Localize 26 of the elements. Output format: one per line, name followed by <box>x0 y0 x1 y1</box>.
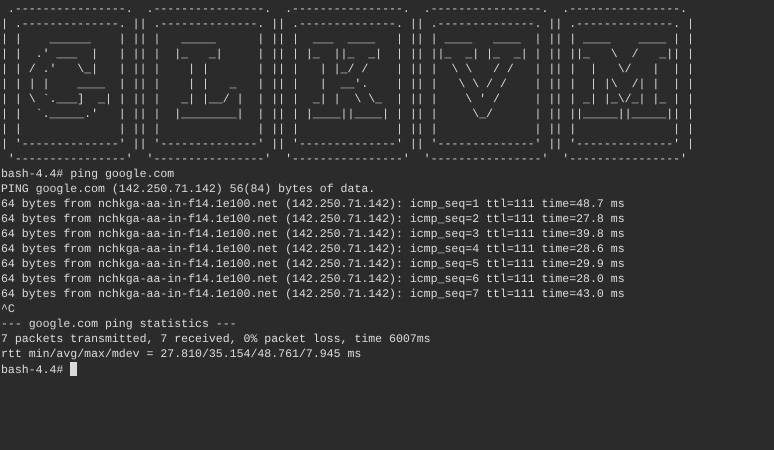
terminal-output-line: 64 bytes from nchkga-aa-in-f14.1e100.net (142.250.71.142): icmp_seq=1 ttl=111 time=48.7 ms <box>1 198 625 211</box>
terminal-output-line: bash-4.4# ping google.com <box>1 168 174 181</box>
ascii-art-line: | | \ `.___] _| | || | _| |__/ | | || | _| | \ \_ | || | \ ' / | || | _| |_\/_| |_ | | <box>1 93 694 106</box>
shell-prompt: bash-4.4# <box>1 364 64 377</box>
terminal-output-line: 64 bytes from nchkga-aa-in-f14.1e100.net (142.250.71.142): icmp_seq=6 ttl=111 time=28.0 ms <box>1 273 625 286</box>
terminal-output-line: PING google.com (142.250.71.142) 56(84) bytes of data. <box>1 183 376 196</box>
ascii-art-line: | | `._____.' | || | |________| | || | |____||____| | || | \_/ | || ||_____||_____|| | <box>1 108 694 121</box>
ascii-art-line: '----------------' '----------------' '----------------' '----------------' '----------------' <box>6 153 688 166</box>
ascii-art-line: | | .' ___ | | || | |_ _| | || | |_ ||_ _| | || ||_ _| |_ _| | || ||_ \ / _|| | <box>1 48 694 61</box>
terminal-output-line: 64 bytes from nchkga-aa-in-f14.1e100.net (142.250.71.142): icmp_seq=2 ttl=111 time=27.8 ms <box>1 213 625 226</box>
terminal-output-line: --- google.com ping statistics --- <box>1 318 237 331</box>
ascii-art-line: | | / .' \_| | || | | | | || | | |_/ / | || | \ \ / / | || | | \/ | | | <box>1 63 694 76</box>
terminal-output-line: ^C <box>1 303 15 316</box>
terminal-output-line: 7 packets transmitted, 7 received, 0% packet loss, time 6007ms <box>1 333 431 346</box>
ascii-art-line: | '--------------' || '--------------' || '--------------' || '--------------' || '--------------' | <box>1 138 694 151</box>
terminal-output-line: 64 bytes from nchkga-aa-in-f14.1e100.net (142.250.71.142): icmp_seq=5 ttl=111 time=29.9 ms <box>1 258 625 271</box>
terminal-output-line: 64 bytes from nchkga-aa-in-f14.1e100.net (142.250.71.142): icmp_seq=7 ttl=111 time=43.0 ms <box>1 288 625 301</box>
ascii-art-line: .----------------. .----------------. .----------------. .----------------. .----------------. <box>6 3 688 16</box>
ascii-art-line: | .--------------. || .--------------. || .--------------. || .--------------. || .--------------. | <box>1 18 694 31</box>
ascii-art-line: | | ______ | || | _____ | || | ___ ____ | || | ____ ____ | || | ____ ____ | | <box>1 33 694 46</box>
terminal-output-line: 64 bytes from nchkga-aa-in-f14.1e100.net (142.250.71.142): icmp_seq=4 ttl=111 time=28.6 ms <box>1 243 625 256</box>
ascii-art-line: | | | || | | || | | || | | || | | | <box>1 123 694 136</box>
terminal-output-line: rtt min/avg/max/mdev = 27.810/35.154/48.761/7.945 ms <box>1 348 362 361</box>
ascii-art-line: | | | | ____ | || | | | _ | || | | __'. | || | \ \ / / | || | | |\ /| | | | <box>1 78 694 91</box>
text-cursor <box>70 362 78 376</box>
terminal-output-line: 64 bytes from nchkga-aa-in-f14.1e100.net (142.250.71.142): icmp_seq=3 ttl=111 time=39.8 ms <box>1 228 625 241</box>
